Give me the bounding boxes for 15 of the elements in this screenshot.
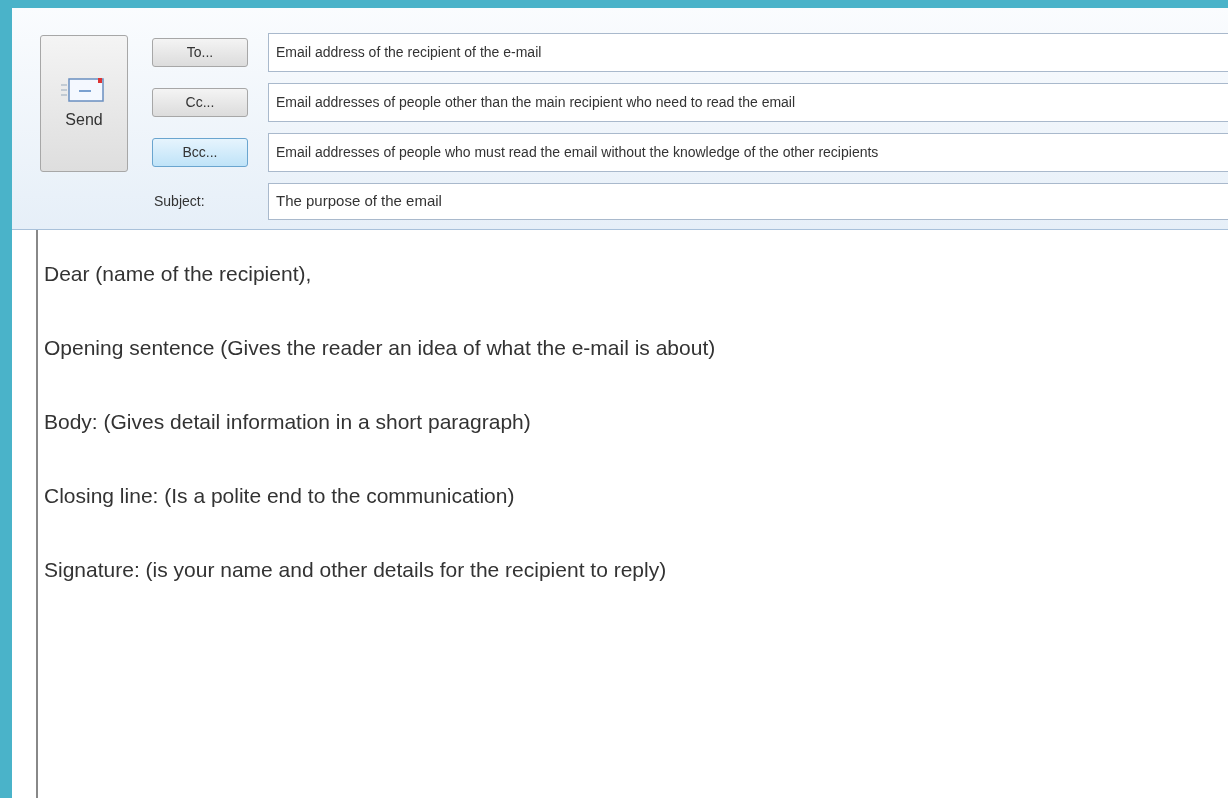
subject-label: Subject: xyxy=(153,192,206,211)
recipient-button[interactable]: Cc... xyxy=(152,88,248,117)
recipient-button[interactable]: To... xyxy=(152,38,248,67)
recipient-field[interactable]: Email addresses of people other than the main recipient who need to read the email xyxy=(268,83,1228,122)
recipient-button[interactable]: Bcc... xyxy=(152,138,248,167)
subject-field[interactable]: The purpose of the email xyxy=(268,183,1228,220)
body-text: Body: (Gives detail information in a short paragraph) xyxy=(44,409,532,435)
recipient-field[interactable]: Email address of the recipient of the e-mail xyxy=(268,33,1228,72)
body-text: Signature: (is your name and other details for the recipient to reply) xyxy=(44,557,668,583)
recipient-field[interactable]: Email addresses of people who must read the email without the knowledge of the other recipients xyxy=(268,133,1228,172)
body-text: Opening sentence (Gives the reader an idea of what the e-mail is about) xyxy=(44,335,717,361)
envelope-icon xyxy=(61,75,107,104)
body-text: Closing line: (Is a polite end to the communication) xyxy=(44,483,516,509)
send-button[interactable]: Send xyxy=(40,35,128,172)
body-text: Dear (name of the recipient), xyxy=(44,261,313,287)
